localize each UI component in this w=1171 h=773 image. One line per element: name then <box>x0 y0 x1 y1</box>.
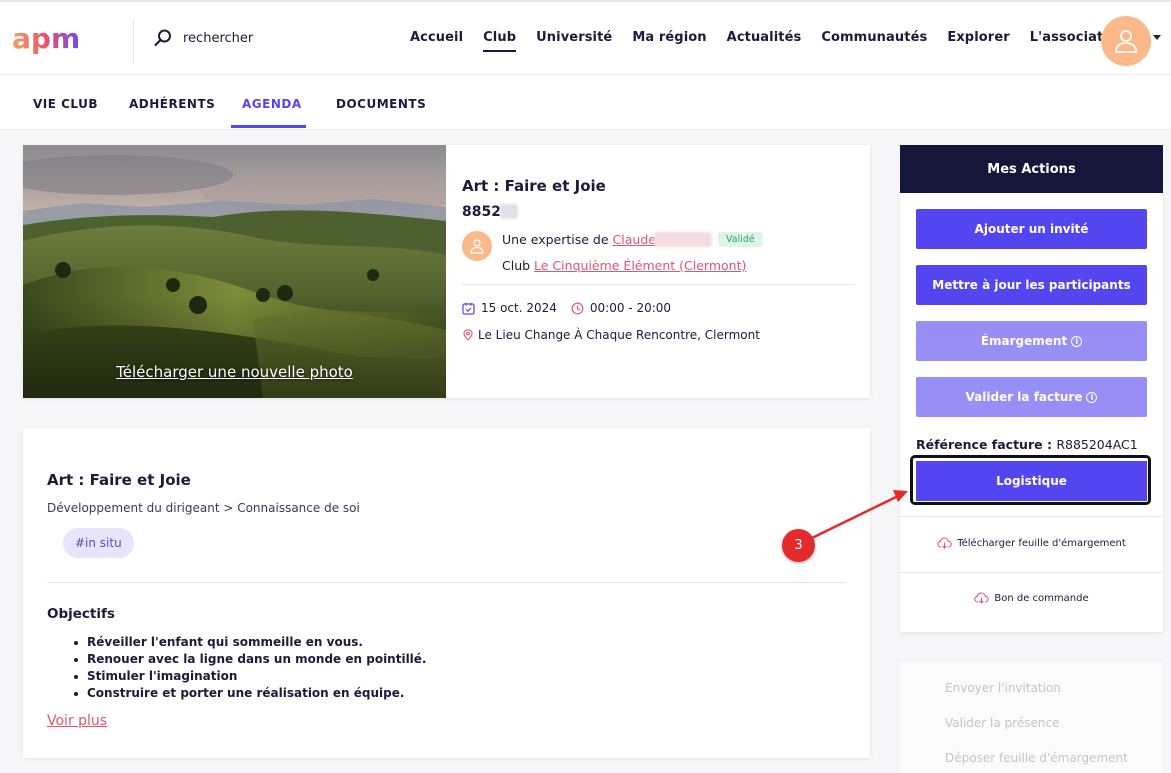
invoice-reference: Référence facture : R885204AC1 <box>916 437 1138 452</box>
emargement-button[interactable]: Émargement i <box>916 321 1147 361</box>
list-item: Stimuler l'imagination <box>74 668 427 685</box>
active-tab-indicator <box>231 125 306 128</box>
tab-adherents[interactable]: ADHÉRENTS <box>129 97 215 111</box>
top-header: apm rechercher Accueil Club Université M… <box>0 0 1171 75</box>
event-date: 15 oct. 2024 <box>481 301 557 315</box>
tab-vie-club[interactable]: VIE CLUB <box>33 97 98 111</box>
chevron-down-icon[interactable] <box>1153 35 1161 40</box>
see-more-link[interactable]: Voir plus <box>47 713 107 729</box>
user-avatar[interactable] <box>1101 16 1151 66</box>
search-icon <box>154 29 171 47</box>
download-sheet-link[interactable]: Télécharger feuille d'émargement <box>900 537 1163 549</box>
actions-divider <box>900 572 1163 573</box>
search-input[interactable]: rechercher <box>183 31 253 46</box>
update-participants-button[interactable]: Mettre à jour les participants <box>916 265 1147 305</box>
event-location: Le Lieu Change À Chaque Rencontre, Clerm… <box>462 328 760 342</box>
upload-photo-link[interactable]: Télécharger une nouvelle photo <box>23 363 446 381</box>
apm-logo[interactable]: apm <box>12 22 108 58</box>
add-guest-button[interactable]: Ajouter un invité <box>916 209 1147 249</box>
apm-logo-icon: apm <box>12 22 80 55</box>
description-title: Art : Faire et Joie <box>47 471 191 489</box>
club-name-link[interactable]: Le Cinquième Élément (Clermont) <box>534 258 746 273</box>
status-badge: Validé <box>718 232 763 247</box>
header-divider <box>133 20 134 64</box>
location-text: Le Lieu Change À Chaque Rencontre, Clerm… <box>478 328 760 342</box>
event-photo: Télécharger une nouvelle photo <box>23 145 446 398</box>
send-invitation-item: Envoyer l'invitation <box>945 681 1061 695</box>
expert-name-link[interactable]: Claude <box>613 232 656 247</box>
club-subnav: VIE CLUB ADHÉRENTS AGENDA DOCUMENTS <box>0 75 1171 130</box>
list-item: Construire et porter une réalisation en … <box>74 685 427 702</box>
redacted-name <box>654 232 712 247</box>
location-pin-icon <box>463 329 473 341</box>
info-icon: i <box>1071 335 1083 347</box>
upload-sheet-item: Déposer feuille d'émargement <box>945 751 1128 765</box>
main-nav: Accueil Club Université Ma région Actual… <box>410 30 1146 52</box>
user-icon <box>470 239 484 254</box>
invoice-ref-label: Référence facture : <box>916 437 1057 452</box>
expertise-prefix: Une expertise de <box>502 232 613 247</box>
invoice-ref-value: R885204AC1 <box>1056 437 1138 452</box>
validate-invoice-label: Valider la facture <box>965 390 1083 404</box>
objectives-title: Objectifs <box>47 606 115 622</box>
nav-explorer[interactable]: Explorer <box>947 30 1009 51</box>
redacted-code <box>500 204 518 219</box>
category-breadcrumb: Développement du dirigeant > Connaissanc… <box>47 501 360 515</box>
event-title: Art : Faire et Joie <box>462 177 606 195</box>
validate-invoice-button[interactable]: Valider la facture i <box>916 377 1147 417</box>
emargement-label: Émargement <box>980 334 1068 348</box>
nav-club[interactable]: Club <box>483 30 517 52</box>
purchase-order-label: Bon de commande <box>994 592 1089 604</box>
logistics-button[interactable]: Logistique <box>916 461 1147 501</box>
nav-universite[interactable]: Université <box>536 30 612 51</box>
nav-ma-region[interactable]: Ma région <box>632 30 706 51</box>
club-line: Club Le Cinquième Élément (Clermont) <box>502 258 746 273</box>
event-datetime: 15 oct. 2024 00:00 - 20:00 <box>462 301 671 315</box>
event-time: 00:00 - 20:00 <box>589 301 672 315</box>
info-icon: i <box>1086 391 1098 403</box>
list-item: Réveiller l'enfant qui sommeille en vous… <box>74 634 427 651</box>
tag-chip[interactable]: #in situ <box>63 528 134 558</box>
objectives-list: Réveiller l'enfant qui sommeille en vous… <box>74 634 427 702</box>
validate-presence-item: Valider la présence <box>945 716 1060 730</box>
clock-icon <box>571 302 584 314</box>
cloud-download-icon <box>937 537 952 549</box>
user-icon <box>1115 30 1137 53</box>
expert-avatar <box>462 231 492 261</box>
nav-actualites[interactable]: Actualités <box>727 30 802 51</box>
landscape-image <box>23 145 446 398</box>
event-divider <box>462 284 855 285</box>
download-sheet-label: Télécharger feuille d'émargement <box>957 537 1126 549</box>
purchase-order-link[interactable]: Bon de commande <box>900 592 1163 604</box>
list-item: Renouer avec la ligne dans un monde en p… <box>74 652 427 666</box>
svg-text:apm: apm <box>12 24 80 55</box>
nav-communautes[interactable]: Communautés <box>821 30 927 51</box>
calendar-icon <box>462 302 475 315</box>
tab-agenda[interactable]: AGENDA <box>242 97 302 111</box>
expertise-line: Une expertise de Claude <box>502 232 656 247</box>
nav-accueil[interactable]: Accueil <box>410 30 463 51</box>
actions-header: Mes Actions <box>900 145 1163 193</box>
event-code: 8852 <box>462 204 501 220</box>
description-divider <box>47 582 846 583</box>
step-marker: 3 <box>782 529 815 562</box>
club-prefix: Club <box>502 258 535 273</box>
actions-divider <box>900 516 1163 517</box>
cloud-download-icon <box>974 592 990 604</box>
tab-documents[interactable]: DOCUMENTS <box>336 97 426 111</box>
search-box[interactable]: rechercher <box>153 26 253 50</box>
